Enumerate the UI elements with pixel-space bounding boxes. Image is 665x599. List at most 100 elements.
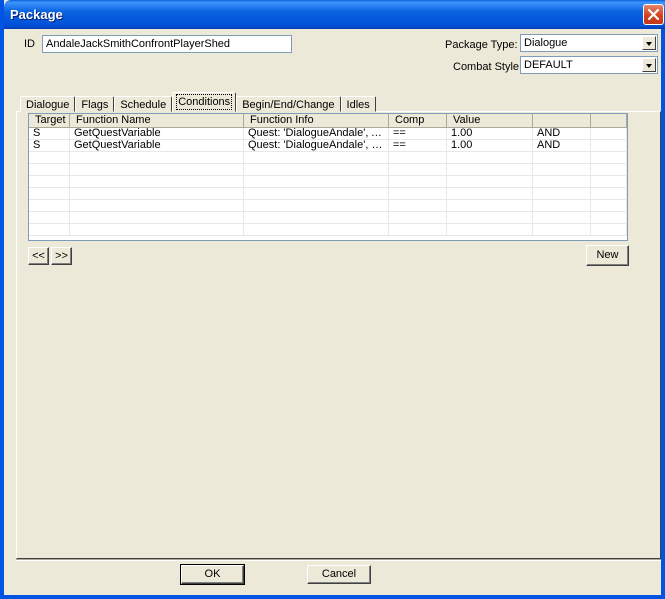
column-header-value[interactable]: Value (447, 114, 533, 128)
empty-cell (70, 200, 244, 212)
tab-label: Begin/End/Change (242, 99, 335, 111)
combat-style-label: Combat Style: (453, 61, 523, 73)
tab-conditions[interactable]: Conditions (172, 92, 237, 112)
column-header-function-info[interactable]: Function Info (244, 114, 389, 128)
empty-cell (533, 200, 591, 212)
tab-begin-end-change[interactable]: Begin/End/Change (236, 96, 341, 112)
cell-function-name: GetQuestVariable (70, 140, 244, 152)
empty-cell (29, 164, 70, 176)
empty-cell (447, 224, 533, 236)
empty-cell (447, 152, 533, 164)
empty-cell (591, 176, 627, 188)
empty-cell (533, 224, 591, 236)
cell-target: S (29, 140, 70, 152)
empty-row (29, 188, 627, 200)
close-button[interactable] (643, 4, 664, 25)
empty-cell (244, 176, 389, 188)
cell-function-name: GetQuestVariable (70, 128, 244, 140)
column-header-function-name[interactable]: Function Name (70, 114, 244, 128)
empty-cell (244, 164, 389, 176)
cell-extra (591, 140, 627, 152)
empty-cell (244, 212, 389, 224)
column-header-comp[interactable]: Comp (389, 114, 447, 128)
cancel-button[interactable]: Cancel (307, 565, 371, 584)
tab-label: Flags (81, 99, 109, 111)
empty-row (29, 176, 627, 188)
column-header-operator[interactable] (533, 114, 591, 128)
empty-cell (29, 152, 70, 164)
tab-label: Dialogue (26, 99, 70, 111)
tab-label: Schedule (120, 99, 167, 111)
empty-cell (591, 224, 627, 236)
table-row[interactable]: S GetQuestVariable Quest: 'DialogueAndal… (29, 128, 627, 140)
empty-cell (447, 176, 533, 188)
empty-cell (70, 224, 244, 236)
empty-cell (533, 212, 591, 224)
tab-flags[interactable]: Flags (75, 96, 115, 112)
package-dialog: Package ID AndaleJackSmithConfrontPlayer… (0, 0, 665, 599)
empty-cell (70, 164, 244, 176)
window-title: Package (10, 7, 63, 22)
cell-comp: == (389, 140, 447, 152)
empty-cell (244, 152, 389, 164)
cell-extra (591, 128, 627, 140)
close-icon (647, 8, 660, 21)
empty-row (29, 152, 627, 164)
empty-cell (447, 212, 533, 224)
empty-cell (591, 188, 627, 200)
empty-cell (244, 200, 389, 212)
empty-cell (533, 152, 591, 164)
chevron-down-icon[interactable] (642, 58, 656, 72)
empty-cell (389, 164, 447, 176)
empty-row (29, 164, 627, 176)
chevron-down-icon[interactable] (642, 36, 656, 50)
column-header-extra[interactable] (591, 114, 627, 128)
empty-cell (389, 224, 447, 236)
empty-cell (447, 164, 533, 176)
cell-value: 1.00 (447, 128, 533, 140)
empty-cell (447, 188, 533, 200)
empty-cell (447, 200, 533, 212)
previous-page-button[interactable]: << (28, 247, 49, 265)
id-label: ID (24, 38, 35, 50)
empty-cell (70, 212, 244, 224)
empty-cell (389, 212, 447, 224)
empty-cell (70, 188, 244, 200)
footer-divider (16, 559, 661, 561)
empty-row (29, 212, 627, 224)
empty-cell (29, 212, 70, 224)
tab-strip: Dialogue Flags Schedule Conditions Begin… (20, 92, 376, 112)
next-page-button[interactable]: >> (51, 247, 72, 265)
cell-function-info: Quest: 'DialogueAndale', Playe... (244, 140, 389, 152)
package-type-label: Package Type: (445, 39, 518, 51)
empty-cell (29, 176, 70, 188)
empty-cell (244, 224, 389, 236)
cell-value: 1.00 (447, 140, 533, 152)
empty-cell (389, 152, 447, 164)
package-type-value: Dialogue (524, 37, 568, 49)
package-type-select[interactable]: Dialogue (520, 34, 658, 52)
empty-cell (591, 152, 627, 164)
table-row[interactable]: S GetQuestVariable Quest: 'DialogueAndal… (29, 140, 627, 152)
id-field[interactable]: AndaleJackSmithConfrontPlayerShed (42, 35, 292, 53)
tab-schedule[interactable]: Schedule (114, 96, 173, 112)
tab-idles[interactable]: Idles (340, 96, 376, 112)
empty-cell (244, 188, 389, 200)
empty-cell (389, 176, 447, 188)
title-bar[interactable]: Package (4, 0, 665, 29)
column-header-target[interactable]: Target (29, 114, 70, 128)
cell-target: S (29, 128, 70, 140)
empty-cell (29, 188, 70, 200)
combat-style-select[interactable]: DEFAULT (520, 56, 658, 74)
empty-cell (389, 200, 447, 212)
tab-dialogue[interactable]: Dialogue (20, 96, 76, 112)
combat-style-value: DEFAULT (524, 59, 573, 71)
empty-cell (29, 224, 70, 236)
new-condition-button[interactable]: New (586, 245, 629, 266)
empty-cell (533, 164, 591, 176)
conditions-list[interactable]: Target Function Name Function Info Comp … (28, 113, 628, 241)
empty-cell (533, 188, 591, 200)
cell-function-info: Quest: 'DialogueAndale', Andal... (244, 128, 389, 140)
empty-cell (591, 212, 627, 224)
ok-button[interactable]: OK (180, 564, 245, 585)
